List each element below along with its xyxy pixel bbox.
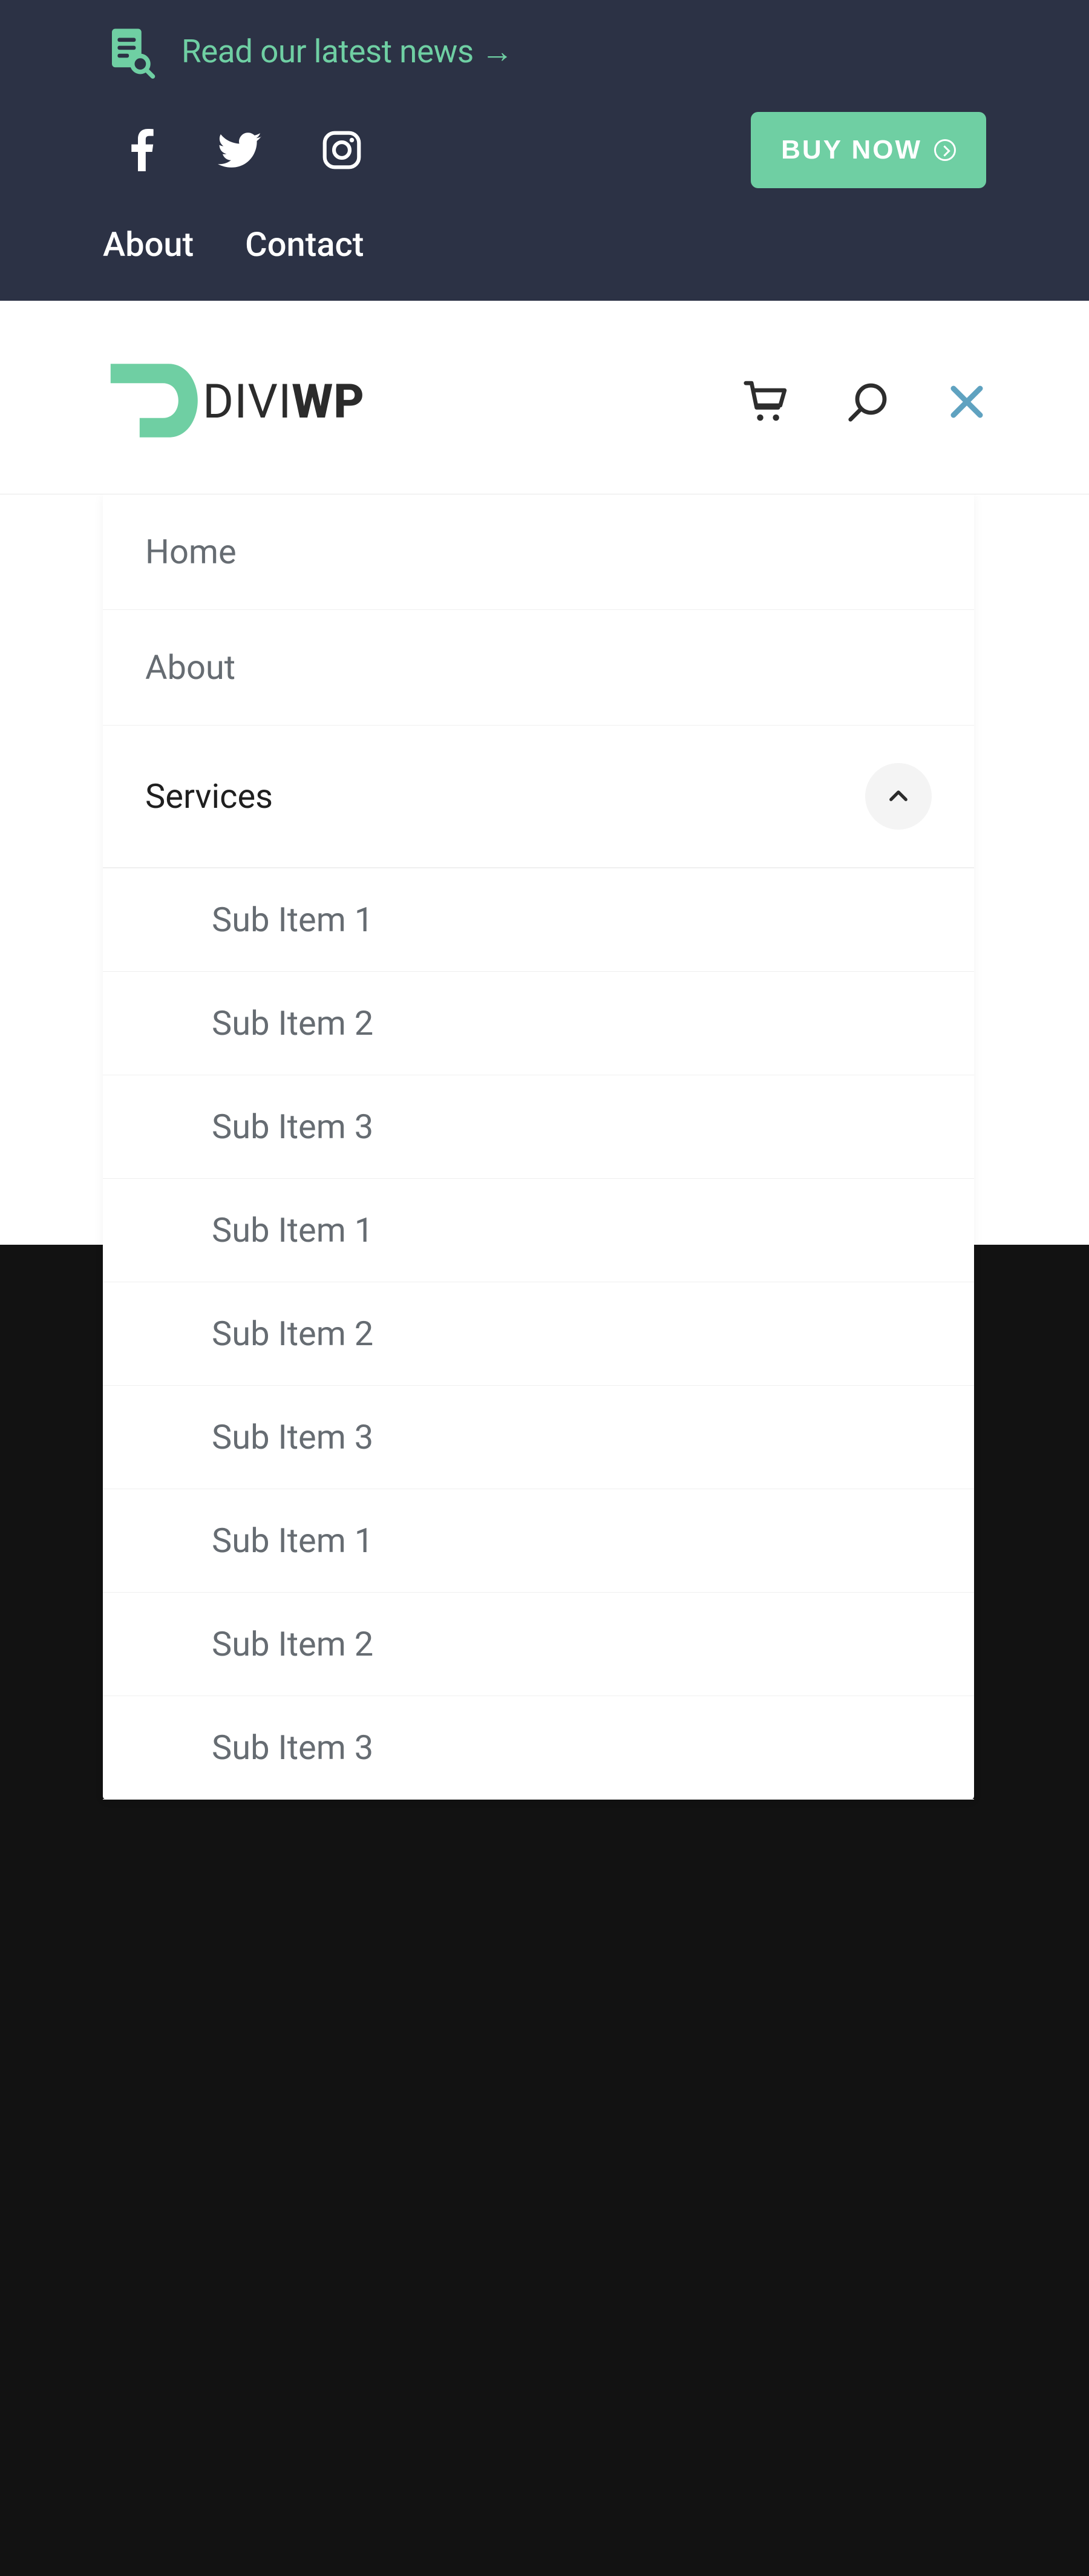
menu-item-label: Services [145,776,273,816]
logo-text: DIVIWP [203,375,365,430]
twitter-icon[interactable] [218,132,261,168]
topnav-about[interactable]: About [103,224,194,264]
menu-item-label: Home [145,532,237,572]
submenu-item[interactable]: Sub Item 1 [103,1489,974,1593]
submenu-item[interactable]: Sub Item 2 [103,972,974,1075]
submenu-label: Sub Item 2 [212,1314,373,1354]
news-row: Read our latest news → [103,24,986,79]
submenu-label: Sub Item 2 [212,1624,373,1664]
menu-item-about[interactable]: About [103,610,974,726]
submenu-item[interactable]: Sub Item 2 [103,1282,974,1386]
buy-now-label: BUY NOW [781,135,922,165]
submenu-item[interactable]: Sub Item 2 [103,1593,974,1696]
submenu-label: Sub Item 1 [212,1521,373,1561]
logo-mark-icon [103,352,200,451]
mobile-menu: Home About Services Sub Item 1 Sub Item … [103,494,974,1800]
news-link[interactable]: Read our latest news → [182,33,513,70]
search-icon[interactable] [846,380,890,424]
submenu-item[interactable]: Sub Item 3 [103,1386,974,1489]
logo-text-suffix: WP [292,375,365,430]
buy-now-button[interactable]: BUY NOW [751,112,986,188]
menu-item-home[interactable]: Home [103,494,974,610]
logo-text-prefix: DIVI [203,375,292,430]
menu-item-services[interactable]: Services [103,726,974,868]
header-icons [743,379,986,425]
topbar: Read our latest news → [0,0,1089,301]
facebook-icon[interactable] [127,129,157,171]
close-icon[interactable] [947,382,986,421]
main-header: DIVIWP [0,301,1089,494]
submenu-label: Sub Item 1 [212,1210,373,1250]
instagram-icon[interactable] [322,130,362,170]
submenu-label: Sub Item 2 [212,1003,373,1043]
top-secondary-nav: About Contact [103,224,986,264]
chevron-up-icon[interactable] [865,763,932,830]
document-search-icon [103,24,157,79]
submenu-label: Sub Item 3 [212,1417,373,1457]
social-row: BUY NOW [103,112,986,188]
submenu-item[interactable]: Sub Item 1 [103,1179,974,1282]
submenu-label: Sub Item 3 [212,1107,373,1147]
cart-icon[interactable] [743,379,789,425]
submenu-label: Sub Item 1 [212,900,373,940]
topnav-contact[interactable]: Contact [245,224,364,264]
menu-item-label: About [145,647,235,687]
services-submenu: Sub Item 1 Sub Item 2 Sub Item 3 Sub Ite… [103,868,974,1800]
submenu-item[interactable]: Sub Item 3 [103,1075,974,1179]
social-icons [127,129,362,171]
site-logo[interactable]: DIVIWP [103,352,365,451]
submenu-item[interactable]: Sub Item 1 [103,868,974,972]
hero-area: Home About Services Sub Item 1 Sub Item … [0,494,1089,1245]
arrow-circle-icon [934,139,956,161]
submenu-item[interactable]: Sub Item 3 [103,1696,974,1800]
submenu-label: Sub Item 3 [212,1728,373,1768]
